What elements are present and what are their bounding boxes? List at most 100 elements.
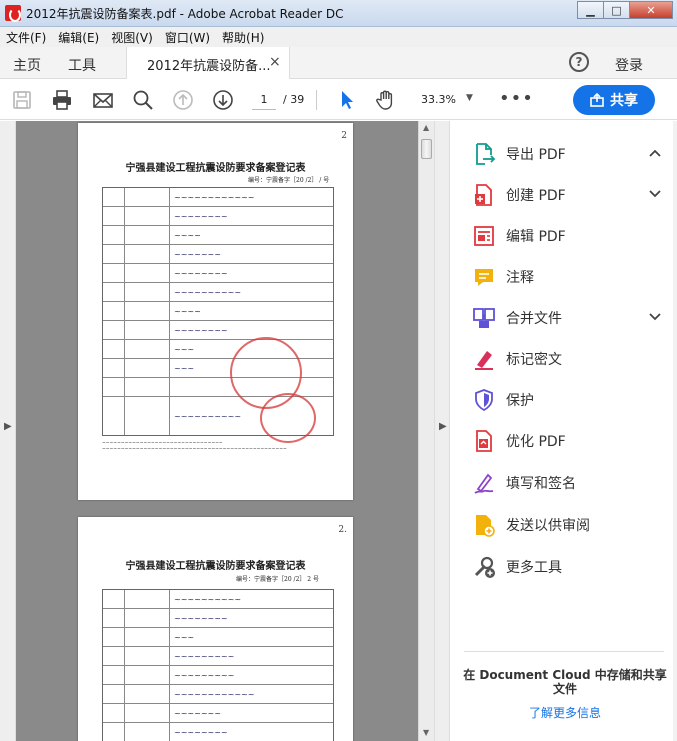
search-icon[interactable]	[132, 89, 154, 111]
menu-view[interactable]: 视图(V)	[105, 29, 159, 46]
acrobat-icon	[5, 5, 21, 22]
create-pdf-icon	[472, 183, 496, 207]
menu-edit[interactable]: 编辑(E)	[52, 29, 105, 46]
learn-more-link[interactable]: 了解更多信息	[460, 704, 670, 721]
tool-label: 标记密文	[506, 352, 562, 368]
previous-page-icon[interactable]	[172, 89, 194, 111]
toolbar: / 39 33.3% ▼ ••• 共享	[0, 80, 677, 120]
send-review-icon	[472, 513, 496, 537]
document-tab-label: 2012年抗震设防备...	[147, 59, 271, 74]
toolbar-separator	[316, 90, 317, 110]
document-scrollbar[interactable]: ▲ ▼	[418, 121, 434, 741]
page-footnote: ~~~~~~~~~~~~~~~~~~~~~~~~~~~~~~~~ ~~~~~~~~…	[102, 441, 287, 452]
chevron-up-icon[interactable]	[648, 146, 662, 160]
expand-left-icon: ▶	[4, 421, 12, 432]
tool-label: 填写和签名	[506, 476, 576, 492]
chevron-down-icon[interactable]	[648, 310, 662, 324]
page-number-input[interactable]	[252, 90, 276, 110]
share-label: 共享	[610, 93, 638, 109]
tool-edit-pdf[interactable]: 编辑 PDF	[472, 222, 662, 250]
page-number-mark: 2.	[338, 525, 347, 535]
tool-label: 保护	[506, 393, 534, 409]
share-icon	[590, 93, 604, 107]
window-title: 2012年抗震设防备案表.pdf - Adobe Acrobat Reader …	[26, 7, 344, 21]
edit-pdf-icon	[472, 224, 496, 248]
tool-send-review[interactable]: 发送以供审阅	[472, 511, 662, 539]
menu-help[interactable]: 帮助(H)	[216, 29, 270, 46]
tool-create-pdf[interactable]: 创建 PDF	[472, 181, 662, 209]
right-panel-toggle[interactable]: ▶	[434, 121, 450, 741]
select-pointer-icon[interactable]	[336, 89, 358, 111]
collapse-right-icon: ▶	[439, 421, 447, 432]
left-panel-toggle[interactable]: ▶	[0, 121, 16, 741]
hand-tool-icon[interactable]	[375, 89, 397, 111]
tab-home[interactable]: 主页	[13, 55, 41, 75]
optimize-pdf-icon	[472, 429, 496, 453]
page-title: 宁强县建设工程抗震设防要求备案登记表	[125, 561, 306, 572]
tab-document[interactable]: 2012年抗震设防备... ×	[126, 47, 290, 79]
registration-form: ~~~~~~~~~~ ~~~~~~~~ ~~~ ~~~~~~~~~ ~~~~~~…	[102, 589, 334, 741]
page-total: / 39	[283, 93, 305, 106]
combine-files-icon	[472, 306, 496, 330]
zoom-level[interactable]: 33.3%	[421, 93, 456, 106]
more-tools-icon	[472, 555, 496, 579]
help-icon[interactable]: ?	[569, 52, 589, 72]
tool-label: 优化 PDF	[506, 434, 566, 450]
title-bar: 2012年抗震设防备案表.pdf - Adobe Acrobat Reader …	[0, 0, 677, 27]
zoom-dropdown-icon[interactable]: ▼	[466, 93, 473, 103]
menu-window[interactable]: 窗口(W)	[159, 29, 216, 46]
tab-tools[interactable]: 工具	[68, 55, 96, 75]
pdf-page-1: 2 宁强县建设工程抗震设防要求备案登记表 编号：宁震备字［20 /2］ / 号 …	[78, 123, 353, 500]
tool-label: 导出 PDF	[506, 147, 566, 163]
close-window-button[interactable]: ✕	[629, 1, 673, 19]
scroll-down-icon[interactable]: ▼	[423, 728, 429, 737]
panel-divider	[464, 651, 664, 652]
share-button[interactable]: 共享	[573, 85, 655, 115]
tool-more-tools[interactable]: 更多工具	[472, 553, 662, 581]
tool-combine-files[interactable]: 合并文件	[472, 304, 662, 332]
tool-comment[interactable]: 注释	[472, 263, 662, 291]
pdf-page-2: 2. 宁强县建设工程抗震设防要求备案登记表 编号：宁震备字［20 /2］ 2 号…	[78, 517, 353, 741]
comment-icon	[472, 265, 496, 289]
menu-bar: 文件(F) 编辑(E) 视图(V) 窗口(W) 帮助(H)	[0, 27, 677, 47]
tools-panel: 导出 PDF 创建 PDF 编辑 PDF 注释 合并文件 标记密文 保护 优化 …	[450, 121, 677, 741]
tool-label: 注释	[506, 270, 534, 286]
maximize-button[interactable]: □	[603, 1, 630, 19]
minimize-button[interactable]: ▁	[577, 1, 604, 19]
tool-protect[interactable]: 保护	[472, 386, 662, 414]
page-title: 宁强县建设工程抗震设防要求备案登记表	[125, 163, 306, 174]
panel-scrollbar[interactable]	[673, 121, 677, 741]
page-code: 编号：宁震备字［20 /2］ 2 号	[236, 576, 320, 583]
save-icon[interactable]	[11, 89, 33, 111]
chevron-down-icon[interactable]	[648, 187, 662, 201]
protect-icon	[472, 388, 496, 412]
window-controls: ▁ □ ✕	[577, 1, 673, 19]
export-pdf-icon	[472, 142, 496, 166]
tool-label: 创建 PDF	[506, 188, 566, 204]
tool-label: 合并文件	[506, 311, 562, 327]
document-viewport[interactable]: 2 宁强县建设工程抗震设防要求备案登记表 编号：宁震备字［20 /2］ / 号 …	[16, 121, 418, 741]
fill-sign-icon	[472, 471, 496, 495]
tab-bar: 主页 工具 2012年抗震设防备... × ? 登录	[0, 47, 677, 79]
document-cloud-text: 在 Document Cloud 中存储和共享文件	[463, 668, 667, 696]
next-page-icon[interactable]	[212, 89, 234, 111]
redact-icon	[472, 347, 496, 371]
tool-optimize-pdf[interactable]: 优化 PDF	[472, 427, 662, 455]
scroll-up-icon[interactable]: ▲	[423, 123, 429, 132]
scrollbar-thumb[interactable]	[421, 139, 432, 159]
tool-redact[interactable]: 标记密文	[472, 345, 662, 373]
email-icon[interactable]	[92, 89, 114, 111]
close-tab-icon[interactable]: ×	[269, 54, 281, 70]
tool-export-pdf[interactable]: 导出 PDF	[472, 140, 662, 168]
tool-label: 更多工具	[506, 560, 562, 576]
tool-label: 编辑 PDF	[506, 229, 566, 245]
login-button[interactable]: 登录	[615, 55, 643, 75]
more-options-icon[interactable]: •••	[499, 88, 534, 109]
print-icon[interactable]	[51, 89, 73, 111]
red-seal-stamp	[260, 393, 316, 443]
page-number-mark: 2	[341, 131, 347, 141]
tool-label: 发送以供审阅	[506, 518, 590, 534]
tool-fill-sign[interactable]: 填写和签名	[472, 469, 662, 497]
page-code: 编号：宁震备字［20 /2］ / 号	[248, 177, 330, 184]
menu-file[interactable]: 文件(F)	[0, 29, 52, 46]
